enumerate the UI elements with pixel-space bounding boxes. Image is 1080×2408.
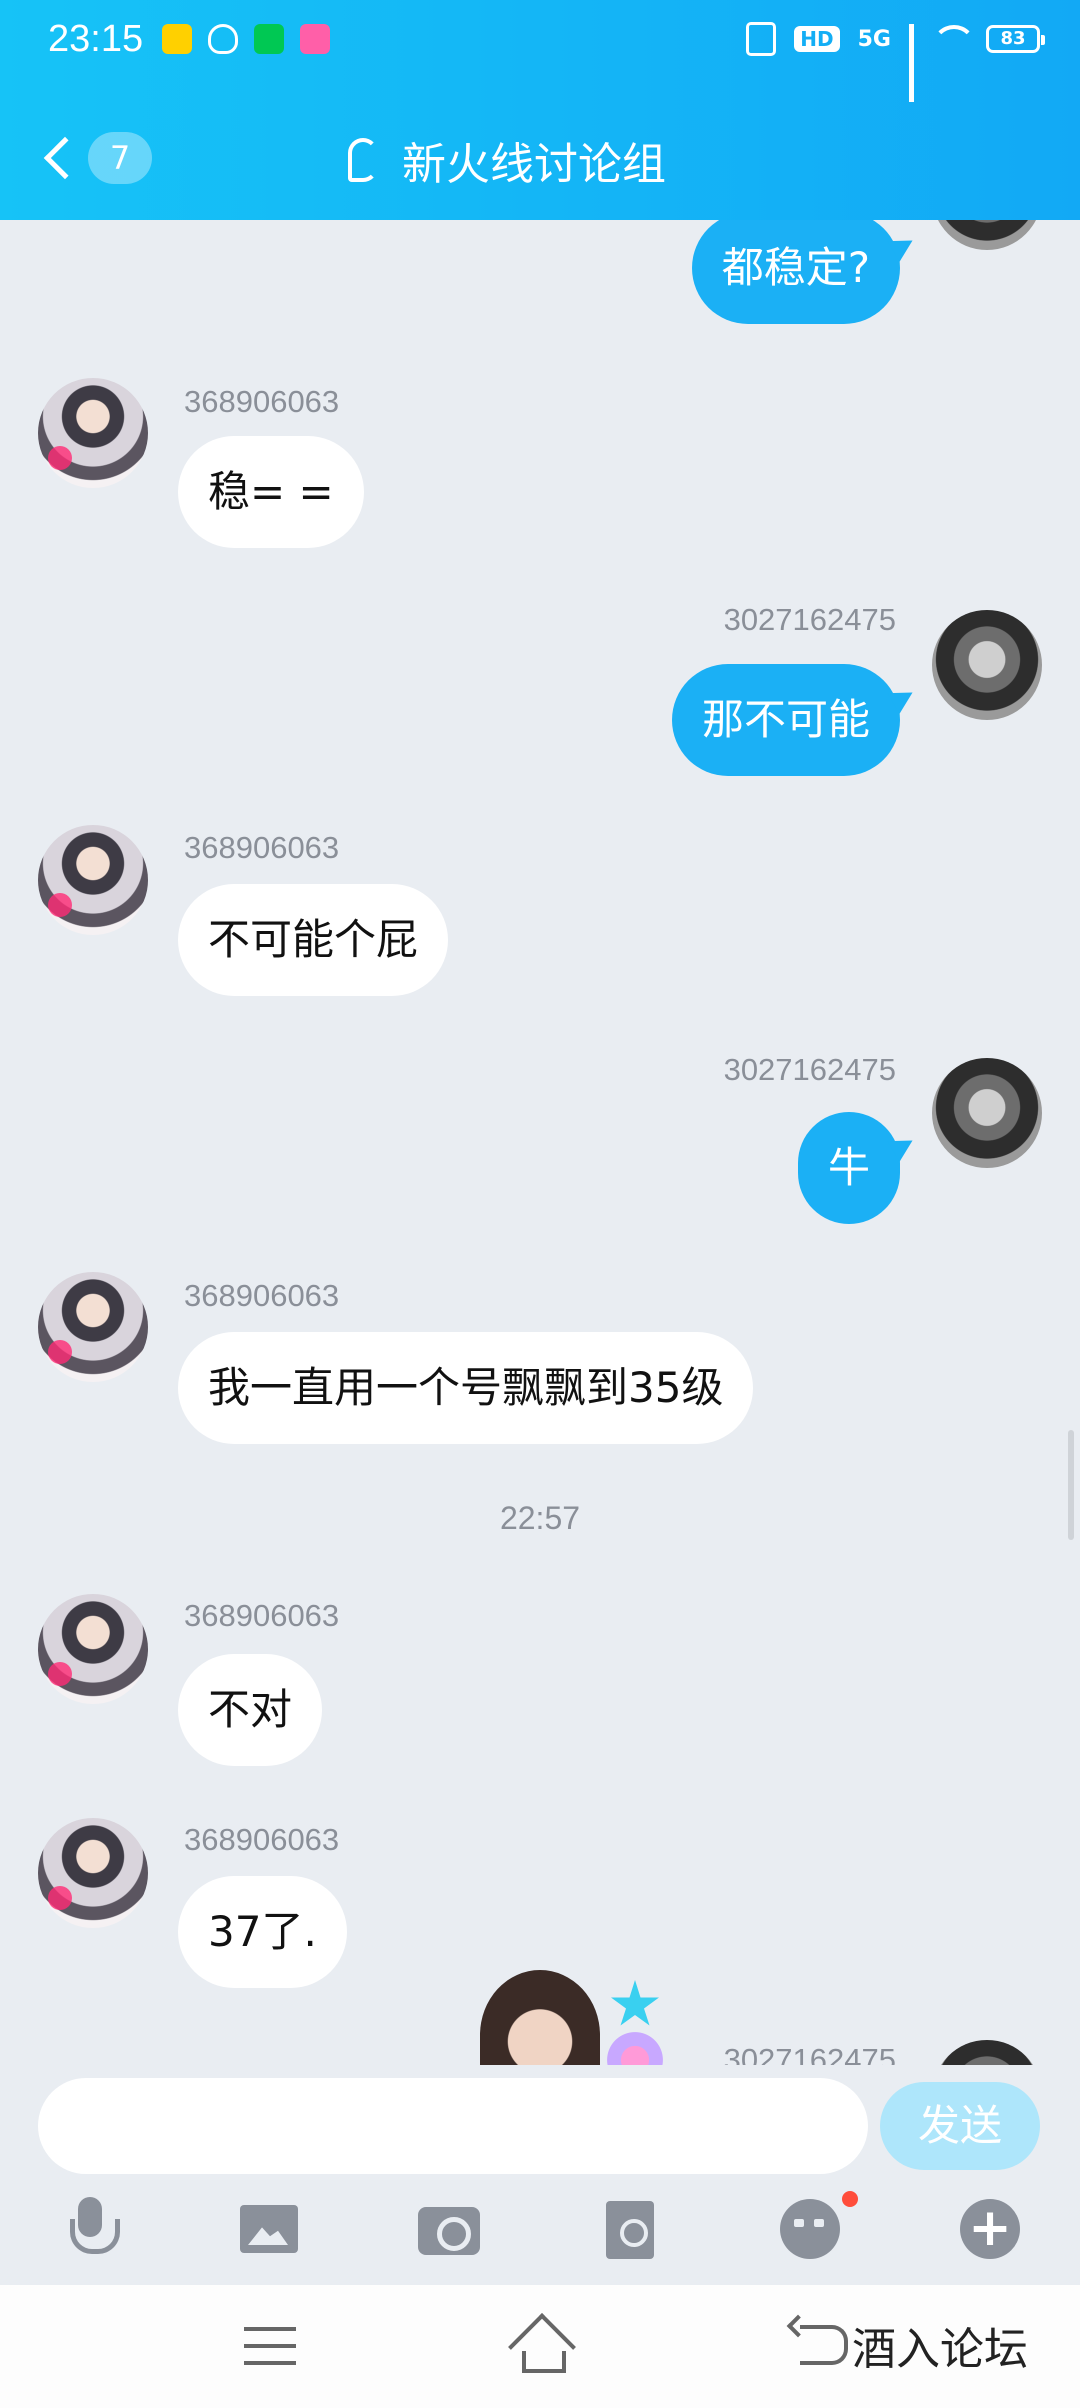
chat-header: 7 新火线讨论组: [0, 100, 1080, 210]
message-bubble-sent[interactable]: 那不可能: [671, 664, 900, 776]
group-name: 新火线讨论组: [402, 139, 666, 190]
star-icon: [611, 1980, 659, 2026]
message-timestamp: 22:57: [499, 1500, 581, 1536]
ear-icon: [348, 138, 378, 182]
home-icon[interactable]: [508, 2321, 572, 2373]
message-bubble-sent[interactable]: 牛: [797, 1112, 900, 1224]
battery-icon: 83: [986, 25, 1045, 53]
watermark: 酒入论坛: [852, 2324, 1028, 2375]
chevron-left-icon: [43, 136, 87, 180]
signal-icon: [909, 24, 914, 102]
lala-icon: [300, 24, 330, 54]
sender-name: 368906063: [184, 1822, 340, 1857]
status-bar: 23:15 HD 5G 83: [0, 0, 1080, 102]
scrollbar[interactable]: [1068, 1430, 1074, 1540]
plus-icon[interactable]: [958, 2197, 1022, 2261]
input-toolbar: [0, 2187, 1080, 2283]
notification-dot: [842, 2191, 858, 2207]
avatar[interactable]: [38, 825, 148, 935]
message-bubble-received[interactable]: 我一直用一个号飘飘到35级: [178, 1332, 754, 1444]
avatar[interactable]: [38, 378, 148, 488]
message-bubble-received[interactable]: 不可能个屁: [178, 884, 449, 996]
status-time: 23:15: [48, 18, 144, 60]
message-bubble-received[interactable]: 稳= =: [178, 436, 364, 548]
vibrate-icon: [746, 22, 777, 56]
send-button[interactable]: 发送: [880, 2082, 1040, 2170]
input-bar: 发送: [0, 2065, 1080, 2285]
message-bubble-received[interactable]: 37了.: [178, 1876, 347, 1988]
sender-name: 368906063: [184, 384, 340, 419]
chat-title[interactable]: 新火线讨论组: [348, 128, 666, 192]
image-icon[interactable]: [238, 2197, 302, 2261]
avatar[interactable]: [38, 1594, 148, 1704]
avatar[interactable]: [932, 1058, 1042, 1168]
red-packet-icon[interactable]: [598, 2197, 662, 2261]
network-label: 5G: [857, 26, 891, 52]
avatar[interactable]: [932, 220, 1042, 250]
avatar[interactable]: [38, 1272, 148, 1382]
anime-character-sticker: [480, 1970, 600, 2075]
sticker-message[interactable]: [450, 1960, 710, 2075]
message-input[interactable]: [38, 2078, 868, 2174]
system-nav-bar: 酒入论坛: [0, 2285, 1080, 2408]
iqiyi-icon: [254, 24, 284, 54]
sender-name: 3027162475: [723, 1052, 896, 1087]
emoji-icon[interactable]: [778, 2197, 842, 2261]
unread-count-badge: 7: [88, 132, 152, 184]
message-bubble-sent[interactable]: 都稳定?: [691, 220, 900, 324]
avatar[interactable]: [932, 610, 1042, 720]
back-button[interactable]: 7: [38, 130, 158, 186]
top-bar: 23:15 HD 5G 83 7 新火线讨论组: [0, 0, 1080, 220]
notification-icons: [162, 24, 330, 54]
sender-name: 368906063: [184, 1278, 340, 1313]
message-list[interactable]: 都稳定? 368906063 稳= = 3027162475 那不可能 3689…: [0, 220, 1080, 2075]
system-icons: HD 5G 83: [746, 22, 1045, 102]
meituan-icon: [162, 24, 192, 54]
sender-name: 368906063: [184, 1598, 340, 1633]
back-icon[interactable]: [800, 2325, 848, 2365]
shield-icon: [208, 24, 238, 54]
sender-name: 3027162475: [723, 602, 896, 637]
wifi-icon: [932, 25, 976, 53]
hd-badge: HD: [794, 26, 840, 52]
avatar[interactable]: [38, 1818, 148, 1928]
sender-name: 368906063: [184, 830, 340, 865]
microphone-icon[interactable]: [58, 2197, 122, 2261]
message-bubble-received[interactable]: 不对: [178, 1654, 323, 1766]
camera-icon[interactable]: [418, 2197, 482, 2261]
menu-icon[interactable]: [244, 2327, 296, 2365]
